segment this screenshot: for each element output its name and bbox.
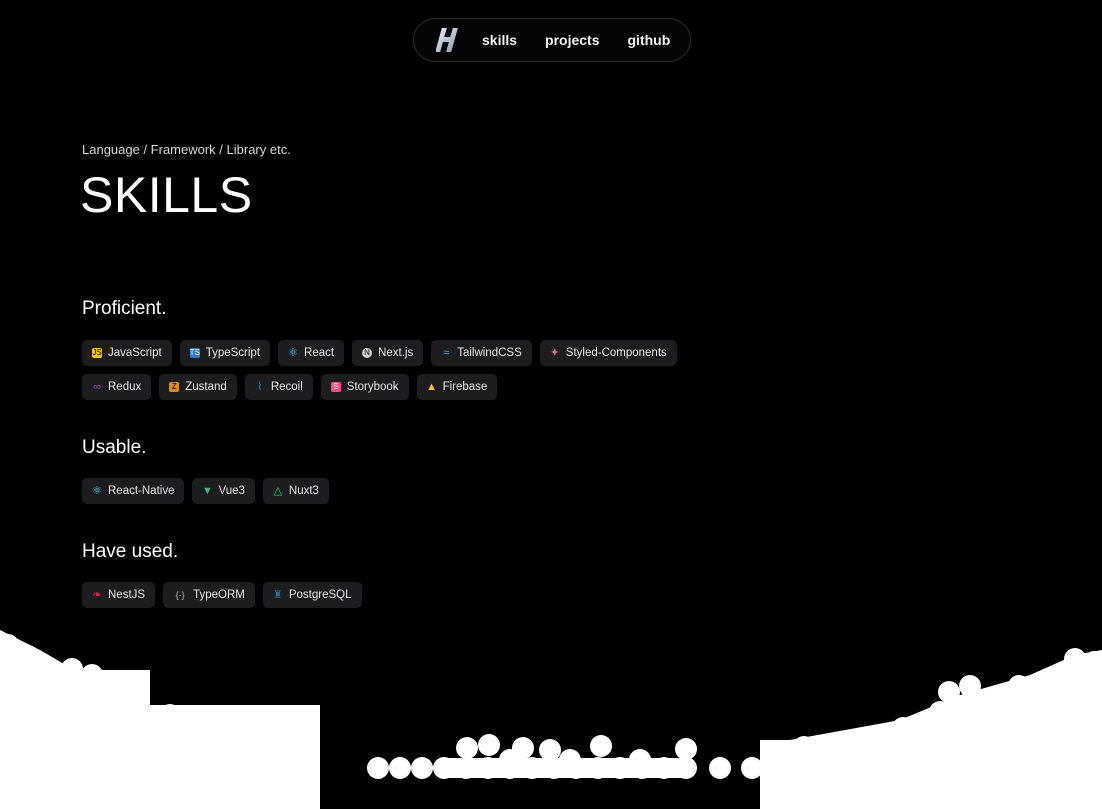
page-subtitle: Language / Framework / Library etc.	[82, 142, 291, 157]
nav-link-projects[interactable]: projects	[545, 32, 599, 48]
chip-row-usable: ⚛ React-Native ▼ Vue3 △ Nuxt3	[82, 478, 329, 504]
skill-chip-redux: ∞ Redux	[82, 374, 152, 400]
page-title: SKILLS	[80, 167, 253, 223]
skill-label: NestJS	[108, 589, 146, 601]
skills-page: skills projects github Language / Framew…	[0, 0, 1102, 809]
skill-label: TailwindCSS	[457, 347, 522, 359]
skill-label: Zustand	[185, 381, 227, 393]
skill-chip-typeorm: {·} TypeORM	[163, 582, 255, 608]
skill-label: TypeORM	[193, 589, 245, 601]
nextjs-icon: N	[362, 348, 373, 358]
postgresql-icon: ♜	[272, 588, 283, 601]
section-title-proficient: Proficient.	[82, 298, 167, 319]
chip-row-proficient-1: JS JavaScript TS TypeScript ⚛ React N Ne…	[82, 340, 677, 366]
skill-chip-nextjs: N Next.js	[352, 340, 424, 366]
section-title-usable: Usable.	[82, 437, 147, 458]
skill-label: React	[304, 347, 335, 359]
nav-link-skills[interactable]: skills	[482, 32, 517, 48]
react-icon: ⚛	[92, 484, 102, 497]
skill-chip-javascript: JS JavaScript	[82, 340, 172, 366]
skill-label: JavaScript	[108, 347, 162, 359]
skill-label: Redux	[108, 381, 142, 393]
chip-row-proficient-2: ∞ Redux Z Zustand ⌇ Recoil S Storybook ▲…	[82, 374, 498, 400]
skill-chip-tailwindcss: ≈ TailwindCSS	[431, 340, 532, 366]
styled-components-icon: ✦	[550, 346, 560, 359]
react-icon: ⚛	[288, 346, 298, 359]
skill-label: PostgreSQL	[288, 589, 352, 601]
section-title-have-used: Have used.	[82, 541, 179, 562]
nuxt-icon: △	[273, 484, 283, 497]
decorative-bubbles	[0, 630, 1102, 809]
firebase-icon: ▲	[426, 380, 438, 393]
typescript-icon: TS	[189, 348, 200, 358]
redux-icon: ∞	[93, 380, 101, 393]
skill-chip-postgresql: ♜ PostgreSQL	[262, 582, 362, 608]
zustand-icon: Z	[169, 382, 180, 392]
skill-chip-styled-components: ✦ Styled-Components	[539, 340, 677, 366]
chip-row-have-used: ❧ NestJS {·} TypeORM ♜ PostgreSQL	[82, 582, 362, 608]
nav-link-github[interactable]: github	[628, 32, 671, 48]
skill-chip-storybook: S Storybook	[320, 374, 409, 400]
skill-chip-react: ⚛ React	[278, 340, 345, 366]
skill-chip-firebase: ▲ Firebase	[416, 374, 498, 400]
top-nav: skills projects github	[413, 18, 691, 62]
skill-label: Next.js	[378, 347, 414, 359]
skill-chip-nuxt3: △ Nuxt3	[262, 478, 329, 504]
skill-chip-zustand: Z Zustand	[159, 374, 237, 400]
skill-chip-vue3: ▼ Vue3	[192, 478, 255, 504]
vue-icon: ▼	[202, 484, 213, 497]
skill-label: React-Native	[108, 485, 175, 497]
skill-chip-react-native: ⚛ React-Native	[82, 478, 185, 504]
javascript-icon: JS	[92, 348, 102, 358]
tailwind-icon: ≈	[443, 346, 450, 359]
skill-label: Firebase	[442, 381, 488, 393]
skill-chip-recoil: ⌇ Recoil	[244, 374, 313, 400]
skill-label: Storybook	[346, 381, 399, 393]
storybook-icon: S	[330, 382, 341, 392]
skill-label: Nuxt3	[288, 485, 319, 497]
typeorm-icon: {·}	[175, 589, 185, 600]
skill-label: Recoil	[270, 381, 303, 393]
recoil-icon: ⌇	[257, 380, 263, 393]
skill-label: Vue3	[218, 485, 245, 497]
nestjs-icon: ❧	[92, 588, 102, 601]
skill-label: Styled-Components	[565, 347, 667, 359]
logo-icon[interactable]	[436, 25, 462, 55]
skill-label: TypeScript	[205, 347, 261, 359]
skill-chip-nestjs: ❧ NestJS	[82, 582, 156, 608]
skill-chip-typescript: TS TypeScript	[179, 340, 271, 366]
